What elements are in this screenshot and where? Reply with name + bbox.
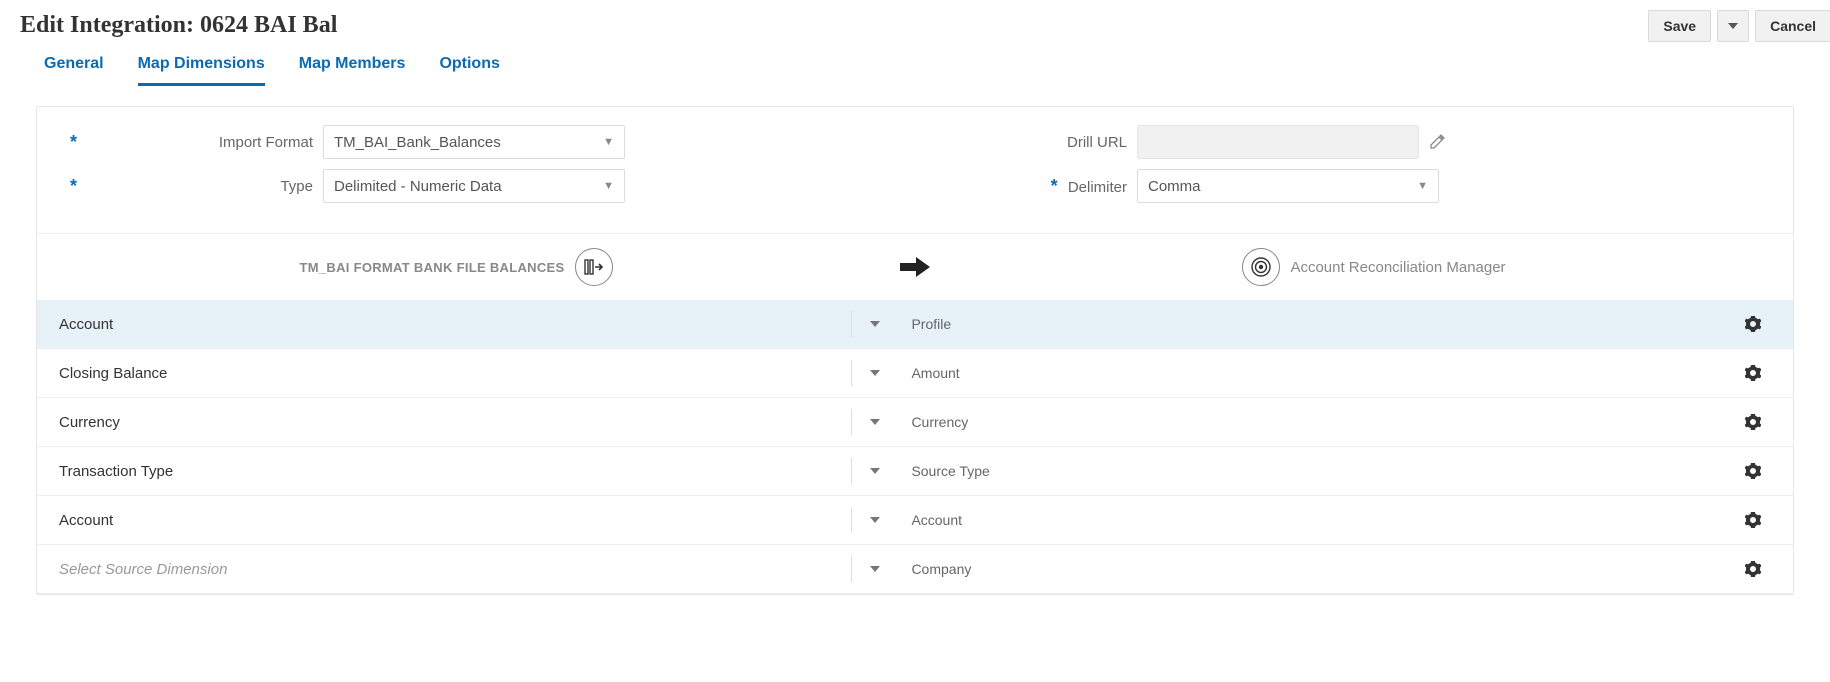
row-settings-button[interactable] (1745, 365, 1761, 381)
tab-map-dimensions[interactable]: Map Dimensions (138, 55, 265, 86)
save-button[interactable]: Save (1648, 10, 1711, 42)
type-value: Delimited - Numeric Data (334, 178, 502, 195)
chevron-down-icon (851, 507, 888, 533)
row-settings-button[interactable] (1745, 512, 1761, 528)
gear-icon (1745, 414, 1761, 430)
target-dimension-cell: Currency (891, 414, 1733, 430)
drill-url-label: Drill URL (1067, 134, 1137, 151)
table-row[interactable]: Transaction Type Source Type (37, 447, 1793, 496)
type-select[interactable]: Delimited - Numeric Data ▼ (323, 169, 625, 203)
columns-arrow-icon (583, 257, 605, 277)
cancel-button[interactable]: Cancel (1755, 10, 1830, 42)
save-menu-button[interactable] (1717, 10, 1749, 42)
target-bullseye-icon (1250, 256, 1272, 278)
source-dropdown[interactable] (847, 409, 891, 435)
gear-icon (1745, 463, 1761, 479)
target-dimension-cell: Account (891, 512, 1733, 528)
source-dropdown[interactable] (847, 556, 891, 582)
target-dimension-cell: Source Type (891, 463, 1733, 479)
delimiter-select[interactable]: Comma ▼ (1137, 169, 1439, 203)
target-label: Account Reconciliation Manager (1290, 259, 1505, 276)
main-panel: * Import Format TM_BAI_Bank_Balances ▼ D… (36, 106, 1794, 595)
source-icon (575, 248, 613, 286)
source-dropdown[interactable] (847, 360, 891, 386)
table-row[interactable]: Account Account (37, 496, 1793, 545)
tab-options[interactable]: Options (439, 55, 499, 86)
source-dimension-cell: Account (59, 316, 847, 333)
target-dimension-cell: Amount (891, 365, 1733, 381)
page-title: Edit Integration: 0624 BAI Bal (20, 12, 337, 39)
chevron-down-icon (851, 360, 888, 386)
type-label: Type (83, 178, 323, 195)
row-settings-button[interactable] (1745, 414, 1761, 430)
required-marker: * (61, 176, 77, 197)
target-dimension-cell: Profile (891, 316, 1733, 332)
gear-icon (1745, 512, 1761, 528)
chevron-down-icon (851, 556, 888, 582)
gear-icon (1745, 316, 1761, 332)
pencil-icon (1429, 134, 1445, 150)
chevron-down-icon (851, 311, 888, 337)
source-dimension-cell: Transaction Type (59, 463, 847, 480)
required-marker: * (1042, 176, 1058, 197)
table-row[interactable]: Closing Balance Amount (37, 349, 1793, 398)
required-marker: * (61, 132, 77, 153)
source-dimension-cell: Currency (59, 414, 847, 431)
edit-drill-url-button[interactable] (1429, 134, 1445, 150)
target-dimension-cell: Company (891, 561, 1733, 577)
import-format-label: Import Format (83, 134, 323, 151)
chevron-down-icon (851, 409, 888, 435)
chevron-down-icon: ▼ (603, 136, 614, 148)
source-dropdown[interactable] (847, 458, 891, 484)
import-format-value: TM_BAI_Bank_Balances (334, 134, 501, 151)
drill-url-field[interactable] (1137, 125, 1419, 159)
row-settings-button[interactable] (1745, 316, 1761, 332)
delimiter-value: Comma (1148, 178, 1201, 195)
source-dimension-cell: Select Source Dimension (59, 561, 847, 578)
import-format-select[interactable]: TM_BAI_Bank_Balances ▼ (323, 125, 625, 159)
chevron-down-icon: ▼ (603, 180, 614, 192)
tab-general[interactable]: General (44, 55, 104, 86)
arrow-right-icon (898, 256, 932, 278)
source-dimension-cell: Account (59, 512, 847, 529)
target-icon (1242, 248, 1280, 286)
source-dimension-cell: Closing Balance (59, 365, 847, 382)
source-dropdown[interactable] (847, 507, 891, 533)
chevron-down-icon (1728, 23, 1738, 29)
delimiter-label: Delimiter (1068, 179, 1137, 196)
row-settings-button[interactable] (1745, 463, 1761, 479)
gear-icon (1745, 365, 1761, 381)
tab-bar: General Map Dimensions Map Members Optio… (0, 47, 1830, 86)
table-row[interactable]: Account Profile (37, 300, 1793, 349)
table-row[interactable]: Currency Currency (37, 398, 1793, 447)
source-dropdown[interactable] (847, 311, 891, 337)
dimension-mapping-table: Account Profile Closing Balance Amount Curre… (37, 300, 1793, 594)
tab-map-members[interactable]: Map Members (299, 55, 406, 86)
table-row[interactable]: Select Source Dimension Company (37, 545, 1793, 594)
chevron-down-icon (851, 458, 888, 484)
row-settings-button[interactable] (1745, 561, 1761, 577)
chevron-down-icon: ▼ (1417, 180, 1428, 192)
source-label: TM_BAI FORMAT BANK FILE BALANCES (299, 260, 564, 275)
gear-icon (1745, 561, 1761, 577)
